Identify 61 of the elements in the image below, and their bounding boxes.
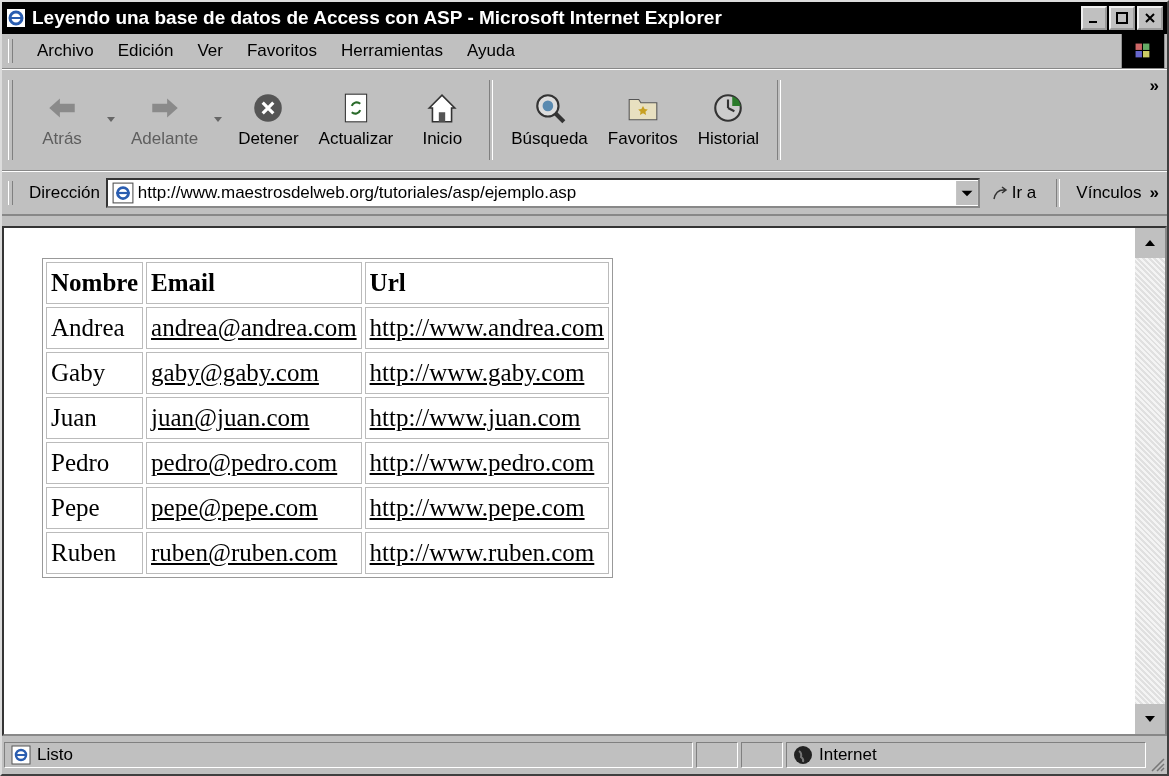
minimize-button[interactable] (1081, 6, 1107, 30)
link-cell[interactable]: juan@juan.com (146, 397, 362, 439)
menu-item[interactable]: Archivo (27, 39, 104, 63)
link-cell[interactable]: ruben@ruben.com (146, 532, 362, 574)
link-cell[interactable]: gaby@gaby.com (146, 352, 362, 394)
toolbar-button[interactable]: Detener (228, 87, 309, 153)
link-cell[interactable]: http://www.juan.com (364, 397, 609, 439)
browser-icon (6, 8, 26, 28)
menu-item[interactable]: Favoritos (237, 39, 327, 63)
toolbar-button[interactable]: Historial (687, 87, 770, 153)
menu-item[interactable]: Herramientas (330, 39, 453, 63)
table-cell: Pepe (46, 487, 144, 529)
column-header: Url (364, 262, 609, 304)
window-title: Leyendo una base de datos de Access con ASP - Microsoft Internet Explorer (32, 7, 722, 29)
link-cell[interactable]: http://www.ruben.com (364, 532, 609, 574)
dropdown-button[interactable] (955, 181, 978, 205)
address-text: http://www.maestrosdelweb.org/tutoriales/asp/ejemplo.asp (137, 183, 577, 203)
menu-item[interactable]: Ayuda (456, 39, 525, 63)
more-button[interactable]: » (1141, 70, 1167, 102)
maximize-button[interactable] (1109, 6, 1135, 30)
globe-icon (793, 745, 813, 765)
page-icon (11, 745, 31, 765)
table-cell: Pedro (46, 442, 144, 484)
close-icon (1144, 12, 1156, 24)
menu-item[interactable]: Edición (107, 39, 184, 63)
vertical-scrollbar[interactable] (1135, 228, 1165, 734)
link-cell[interactable]: http://www.andrea.com (364, 307, 609, 349)
address-label: Dirección (29, 183, 100, 203)
link-cell[interactable]: pedro@pedro.com (146, 442, 362, 484)
toolbar-button[interactable]: Actualizar (308, 87, 404, 153)
address-field[interactable]: http://www.maestrosdelweb.org/tutoriales/asp/ejemplo.asp (105, 178, 980, 208)
toolbar-button[interactable]: Favoritos (597, 87, 688, 153)
maximize-icon (1116, 12, 1128, 24)
go-button[interactable]: Ir a (985, 182, 1043, 204)
scroll-up-button[interactable] (1135, 228, 1165, 258)
link-cell[interactable]: http://www.pedro.com (364, 442, 609, 484)
more-links-button[interactable]: » (1149, 183, 1167, 203)
link-cell[interactable]: http://www.gaby.com (364, 352, 609, 394)
toolbar-button[interactable]: Inicio (403, 87, 482, 153)
status-pane (696, 742, 738, 768)
resize-grip-icon[interactable] (1149, 756, 1165, 772)
toolbar-button[interactable]: Búsqueda (501, 87, 598, 153)
minimize-icon (1088, 21, 1097, 23)
zone-text: Internet (819, 745, 877, 765)
table-cell: Juan (46, 397, 144, 439)
status-pane (741, 742, 783, 768)
link-cell[interactable]: http://www.pepe.com (364, 487, 609, 529)
column-header: Email (146, 262, 362, 304)
go-arrow-icon (991, 185, 1010, 201)
close-button[interactable] (1137, 6, 1163, 30)
menu-item[interactable]: Ver (187, 39, 233, 63)
column-header: Nombre (46, 262, 144, 304)
links-button[interactable]: Vínculos (1074, 183, 1144, 203)
link-cell[interactable]: andrea@andrea.com (146, 307, 362, 349)
link-cell[interactable]: pepe@pepe.com (146, 487, 362, 529)
page-icon (111, 182, 134, 204)
status-text: Listo (37, 745, 73, 765)
table-cell: Ruben (46, 532, 144, 574)
table-cell: Andrea (46, 307, 144, 349)
scroll-down-button[interactable] (1135, 704, 1165, 734)
table-cell: Gaby (46, 352, 144, 394)
